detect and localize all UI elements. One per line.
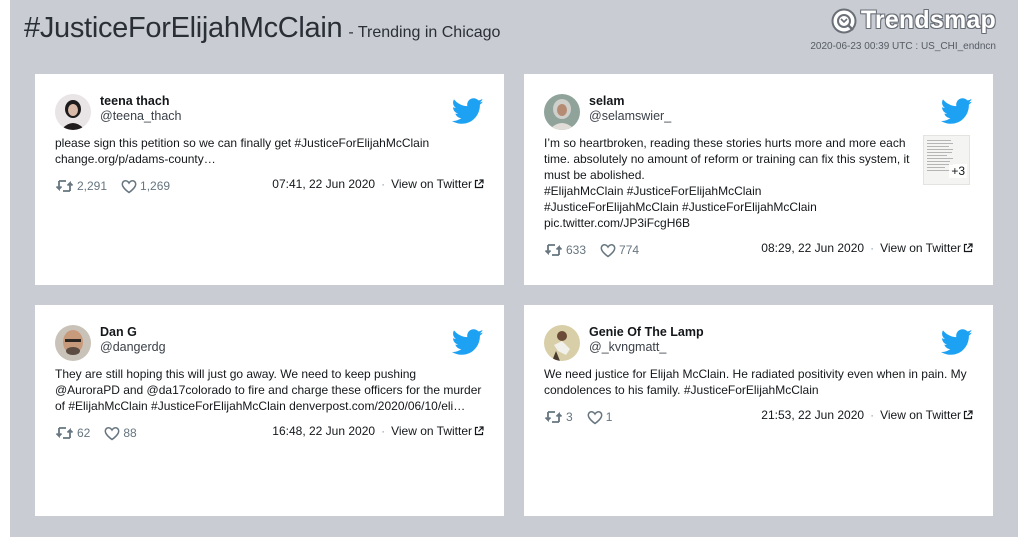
user-handle[interactable]: @dangerdg: [100, 340, 166, 354]
tweet-line[interactable]: pic.twitter.com/JP3iFcgH6B: [544, 215, 914, 231]
tweet-card: Genie Of The Lamp⁣ @_kvngmatt_ We need j…: [524, 305, 993, 516]
tweet-line: time. absolutely no amount of reform or …: [544, 152, 910, 166]
like-count[interactable]: 1,269: [121, 179, 170, 194]
twitter-bird-icon[interactable]: [941, 98, 973, 125]
trending-location: - Trending in Chicago: [348, 24, 501, 41]
retweet-icon: [55, 427, 74, 439]
tweet-meta: 07:41, 22 Jun 2020 · View on Twitter: [272, 177, 484, 191]
tweet-meta: 16:48, 22 Jun 2020 · View on Twitter: [272, 424, 484, 438]
twitter-bird-icon[interactable]: [452, 98, 484, 125]
tweet-stats: 2,291 1,269: [55, 178, 184, 194]
twitter-bird-icon[interactable]: [941, 329, 973, 356]
tweet-meta: 21:53, 22 Jun 2020 · View on Twitter: [761, 408, 973, 422]
tweet-stats: 633 774: [544, 242, 653, 258]
like-count[interactable]: 88: [104, 426, 137, 441]
like-count[interactable]: 774: [600, 243, 639, 258]
tweet-line: must be abolished.: [544, 168, 645, 182]
trendsmap-logo-icon: [831, 8, 857, 33]
external-link-icon[interactable]: [963, 243, 973, 253]
separator-dot: ·: [870, 408, 875, 422]
separator-dot: ·: [870, 241, 875, 255]
tweet-stats: 62 88: [55, 425, 151, 441]
tweet-line[interactable]: #JusticeForElijahMcClain #JusticeForElij…: [544, 199, 914, 215]
retweet-value: 2,291: [77, 179, 108, 193]
retweet-icon: [544, 244, 563, 256]
tweet-line: We need justice for Elijah McClain. He r…: [544, 367, 967, 381]
page-header: #JusticeForElijahMcClain - Trending in C…: [24, 12, 500, 45]
tweet-text: We need justice for Elijah McClain. He r…: [544, 366, 974, 398]
tweet-line: I’m so heartbroken, reading these storie…: [544, 136, 906, 150]
brand-name: Trendsmap: [860, 6, 996, 34]
tweet-line[interactable]: #ElijahMcClain #JusticeForElijahMcClain: [544, 183, 914, 199]
timestamp-location-meta: 2020-06-23 00:39 UTC : US_CHI_endncn: [810, 41, 996, 52]
retweet-count[interactable]: 3: [544, 409, 573, 425]
external-link-icon[interactable]: [474, 179, 484, 189]
tweet-timestamp[interactable]: 21:53, 22 Jun 2020: [761, 408, 864, 422]
user-handle[interactable]: @_kvngmatt_: [589, 340, 666, 354]
tweet-line[interactable]: of #ElijahMcClain #JusticeForElijahMcCla…: [55, 398, 485, 414]
tweet-line: They are still hoping this will just go …: [55, 367, 417, 381]
tweet-card: Dan G @dangerdg They are still hoping th…: [35, 305, 504, 516]
tweet-card: teena thach ⁣ @teena_thach please sign t…: [35, 74, 504, 285]
tweet-stats: 3 1: [544, 409, 626, 425]
view-on-twitter-link[interactable]: View on Twitter: [880, 408, 961, 422]
retweet-icon: [544, 411, 563, 423]
tweet-meta: 08:29, 22 Jun 2020 · View on Twitter: [761, 241, 973, 255]
more-media-count: +3: [949, 164, 967, 178]
retweet-count[interactable]: 2,291: [55, 178, 107, 194]
hashtag-title[interactable]: #JusticeForElijahMcClain: [24, 12, 343, 45]
tweet-line: please sign this petition so we can fina…: [55, 136, 430, 150]
external-link-icon[interactable]: [474, 426, 484, 436]
tweet-timestamp[interactable]: 07:41, 22 Jun 2020: [272, 177, 375, 191]
tweet-card: selam⁣ @selamswier_ I’m so heartbroken, …: [524, 74, 993, 285]
retweet-count[interactable]: 62: [55, 425, 90, 441]
tweet-text: I’m so heartbroken, reading these storie…: [544, 135, 914, 231]
retweet-value: 3: [566, 410, 573, 424]
separator-dot: ·: [381, 424, 386, 438]
tweet-timestamp[interactable]: 08:29, 22 Jun 2020: [761, 241, 864, 255]
heart-icon: [600, 243, 616, 257]
tweet-text: They are still hoping this will just go …: [55, 366, 485, 414]
twitter-bird-icon[interactable]: [452, 329, 484, 356]
avatar[interactable]: [544, 325, 580, 361]
avatar[interactable]: [544, 94, 580, 130]
external-link-icon[interactable]: [963, 410, 973, 420]
view-on-twitter-link[interactable]: View on Twitter: [391, 424, 472, 438]
user-name[interactable]: Genie Of The Lamp⁣: [589, 325, 704, 339]
heart-icon: [121, 179, 137, 193]
tweet-text: please sign this petition so we can fina…: [55, 135, 485, 167]
retweet-value: 633: [566, 243, 587, 257]
retweet-value: 62: [77, 426, 91, 440]
user-name[interactable]: Dan G: [100, 325, 137, 339]
like-value: 88: [123, 426, 137, 440]
avatar[interactable]: [55, 325, 91, 361]
trendsmap-brand[interactable]: Trendsmap: [831, 6, 996, 35]
heart-icon: [587, 410, 603, 424]
user-name[interactable]: selam⁣: [589, 94, 624, 108]
tweet-timestamp[interactable]: 16:48, 22 Jun 2020: [272, 424, 375, 438]
user-name[interactable]: teena thach ⁣: [100, 94, 173, 108]
media-thumbnail[interactable]: +3: [923, 135, 970, 185]
user-handle[interactable]: @teena_thach: [100, 109, 182, 123]
avatar[interactable]: [55, 94, 91, 130]
heart-icon: [104, 426, 120, 440]
retweet-count[interactable]: 633: [544, 242, 586, 258]
tweet-line: @AuroraPD and @da17colorado to fire and …: [55, 383, 482, 397]
like-count[interactable]: 1: [587, 410, 613, 425]
separator-dot: ·: [381, 177, 386, 191]
view-on-twitter-link[interactable]: View on Twitter: [391, 177, 472, 191]
user-handle[interactable]: @selamswier_: [589, 109, 671, 123]
like-value: 1,269: [140, 179, 171, 193]
retweet-icon: [55, 180, 74, 192]
tweet-line[interactable]: condolences to his family. #JusticeForEl…: [544, 382, 974, 398]
page-frame: #JusticeForElijahMcClain - Trending in C…: [10, 0, 1018, 537]
tweet-line[interactable]: change.org/p/adams-county…: [55, 151, 485, 167]
like-value: 1: [605, 410, 613, 424]
view-on-twitter-link[interactable]: View on Twitter: [880, 241, 961, 255]
like-value: 774: [619, 243, 640, 257]
